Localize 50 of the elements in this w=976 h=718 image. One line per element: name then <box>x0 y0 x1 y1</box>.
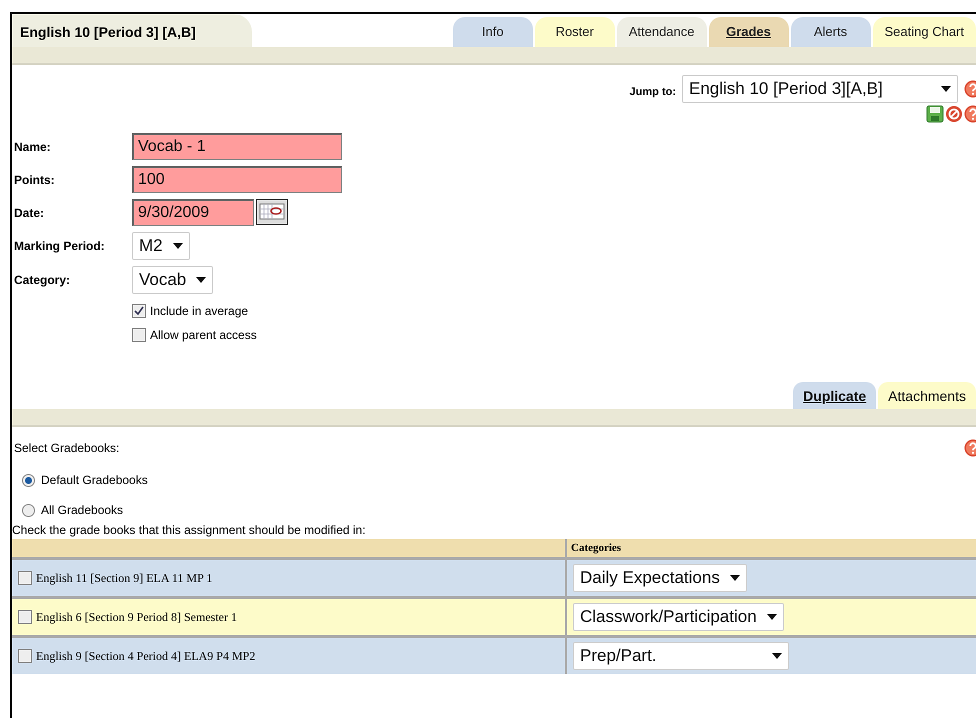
tab[interactable]: Attendance <box>616 17 706 47</box>
tab[interactable]: Seating Chart <box>872 17 976 47</box>
calendar-icon[interactable] <box>256 199 288 225</box>
tab[interactable]: Roster <box>534 17 615 47</box>
checkbox-label: Include in average <box>150 304 248 318</box>
dropdown-caret-icon <box>772 653 782 659</box>
radio-label: Default Gradebooks <box>41 473 148 487</box>
category-dropdown[interactable]: Classwork/Participation <box>573 603 784 631</box>
tab[interactable]: Duplicate <box>793 382 876 409</box>
dropdown[interactable]: M2 <box>132 232 190 260</box>
dropdown[interactable]: Vocab <box>132 266 214 294</box>
tab[interactable]: Grades <box>708 17 788 47</box>
field-label: Name: <box>14 140 52 154</box>
section-heading: Select Gradebooks: <box>14 441 120 455</box>
checkbox-label: Allow parent access <box>150 328 257 342</box>
jump-to-dropdown[interactable]: English 10 [Period 3][A,B] <box>682 75 958 103</box>
page-title: English 10 [Period 3] [A,B] <box>12 14 252 47</box>
gradebook-name: English 9 [Section 4 Period 4] ELA9 P4 MP2 <box>36 648 256 664</box>
checkbox[interactable] <box>132 304 146 318</box>
tab[interactable]: Info <box>452 17 533 47</box>
gradebook-name: English 11 [Section 9] ELA 11 MP 1 <box>36 570 212 586</box>
dropdown-caret-icon <box>941 86 951 92</box>
radio-button[interactable] <box>22 504 35 516</box>
field-label: Date: <box>14 206 46 220</box>
save-icon[interactable] <box>926 105 944 123</box>
checkbox[interactable] <box>18 571 32 585</box>
instruction-text: Check the grade books that this assignment should be modified in: <box>12 523 367 537</box>
field-label: Marking Period: <box>14 239 106 253</box>
dropdown-caret-icon <box>196 277 206 283</box>
category-dropdown[interactable]: Daily Expectations <box>573 564 747 592</box>
tab[interactable]: Attachments <box>878 382 976 409</box>
dropdown-caret-icon <box>766 614 777 620</box>
text-field[interactable]: 100 <box>132 166 342 193</box>
text-field[interactable]: Vocab - 1 <box>132 133 342 160</box>
field-label: Points: <box>14 172 56 186</box>
tab[interactable]: Alerts <box>790 17 870 47</box>
cancel-icon[interactable] <box>945 105 963 123</box>
radio-button[interactable] <box>22 474 35 486</box>
jump-to-label: Jump to: <box>630 86 676 98</box>
dropdown-caret-icon <box>172 243 183 249</box>
field-label: Category: <box>14 273 72 287</box>
gradebook-name: English 6 [Section 9 Period 8] Semester 1 <box>36 610 237 624</box>
dropdown-caret-icon <box>730 575 740 581</box>
checkbox[interactable] <box>18 610 32 624</box>
checkbox[interactable] <box>18 649 32 663</box>
column-header: Categories <box>566 539 976 558</box>
checkbox[interactable] <box>132 328 146 342</box>
category-dropdown[interactable]: Prep/Part. <box>573 642 789 670</box>
date-field[interactable]: 9/30/2009 <box>132 199 254 226</box>
radio-label: All Gradebooks <box>41 503 124 517</box>
